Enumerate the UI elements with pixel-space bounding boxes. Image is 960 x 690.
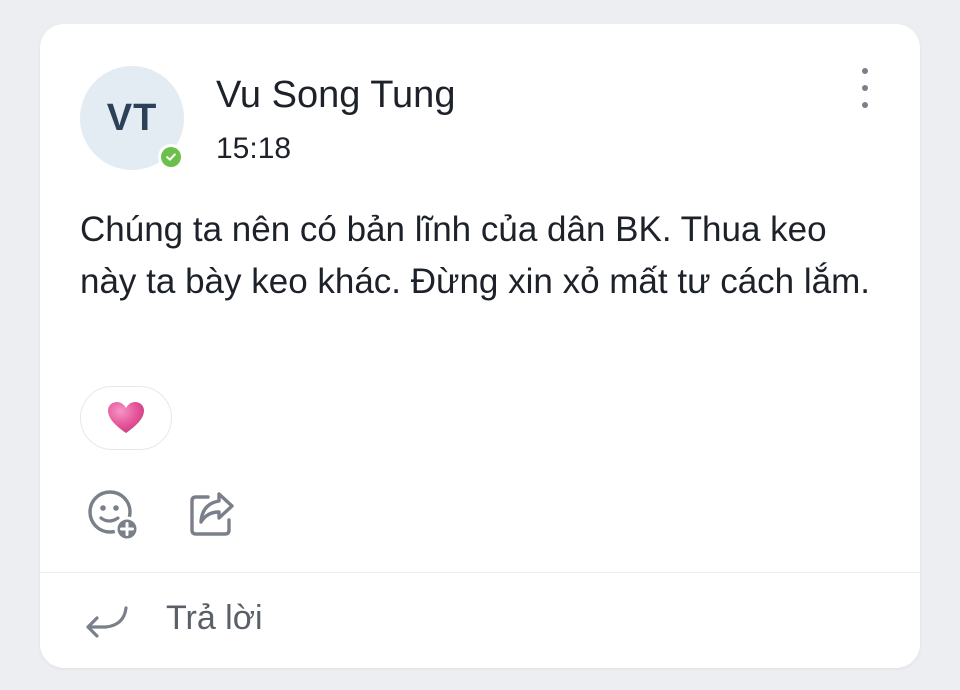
message-card: VT Vu Song Tung 15:18 Chúng ta nên có bả…: [40, 24, 920, 668]
message-timestamp: 15:18: [216, 132, 292, 165]
sender-name[interactable]: Vu Song Tung: [216, 74, 455, 117]
avatar-initials: VT: [106, 96, 158, 139]
reply-arrow-icon: [86, 606, 128, 638]
more-options-button[interactable]: [850, 68, 880, 108]
message-text: Chúng ta nên có bản lĩnh của dân BK. Thu…: [80, 210, 870, 301]
reply-label: Trả lời: [166, 599, 263, 637]
reaction-chip-heart[interactable]: [80, 386, 172, 450]
check-badge-icon: [161, 147, 181, 167]
add-emoji-icon[interactable]: [86, 488, 142, 544]
reply-button[interactable]: Trả lời: [40, 573, 920, 668]
more-vertical-icon: [862, 68, 868, 74]
online-status-badge: [158, 144, 184, 170]
share-icon[interactable]: [186, 488, 238, 540]
pink-heart-icon: [108, 402, 144, 433]
